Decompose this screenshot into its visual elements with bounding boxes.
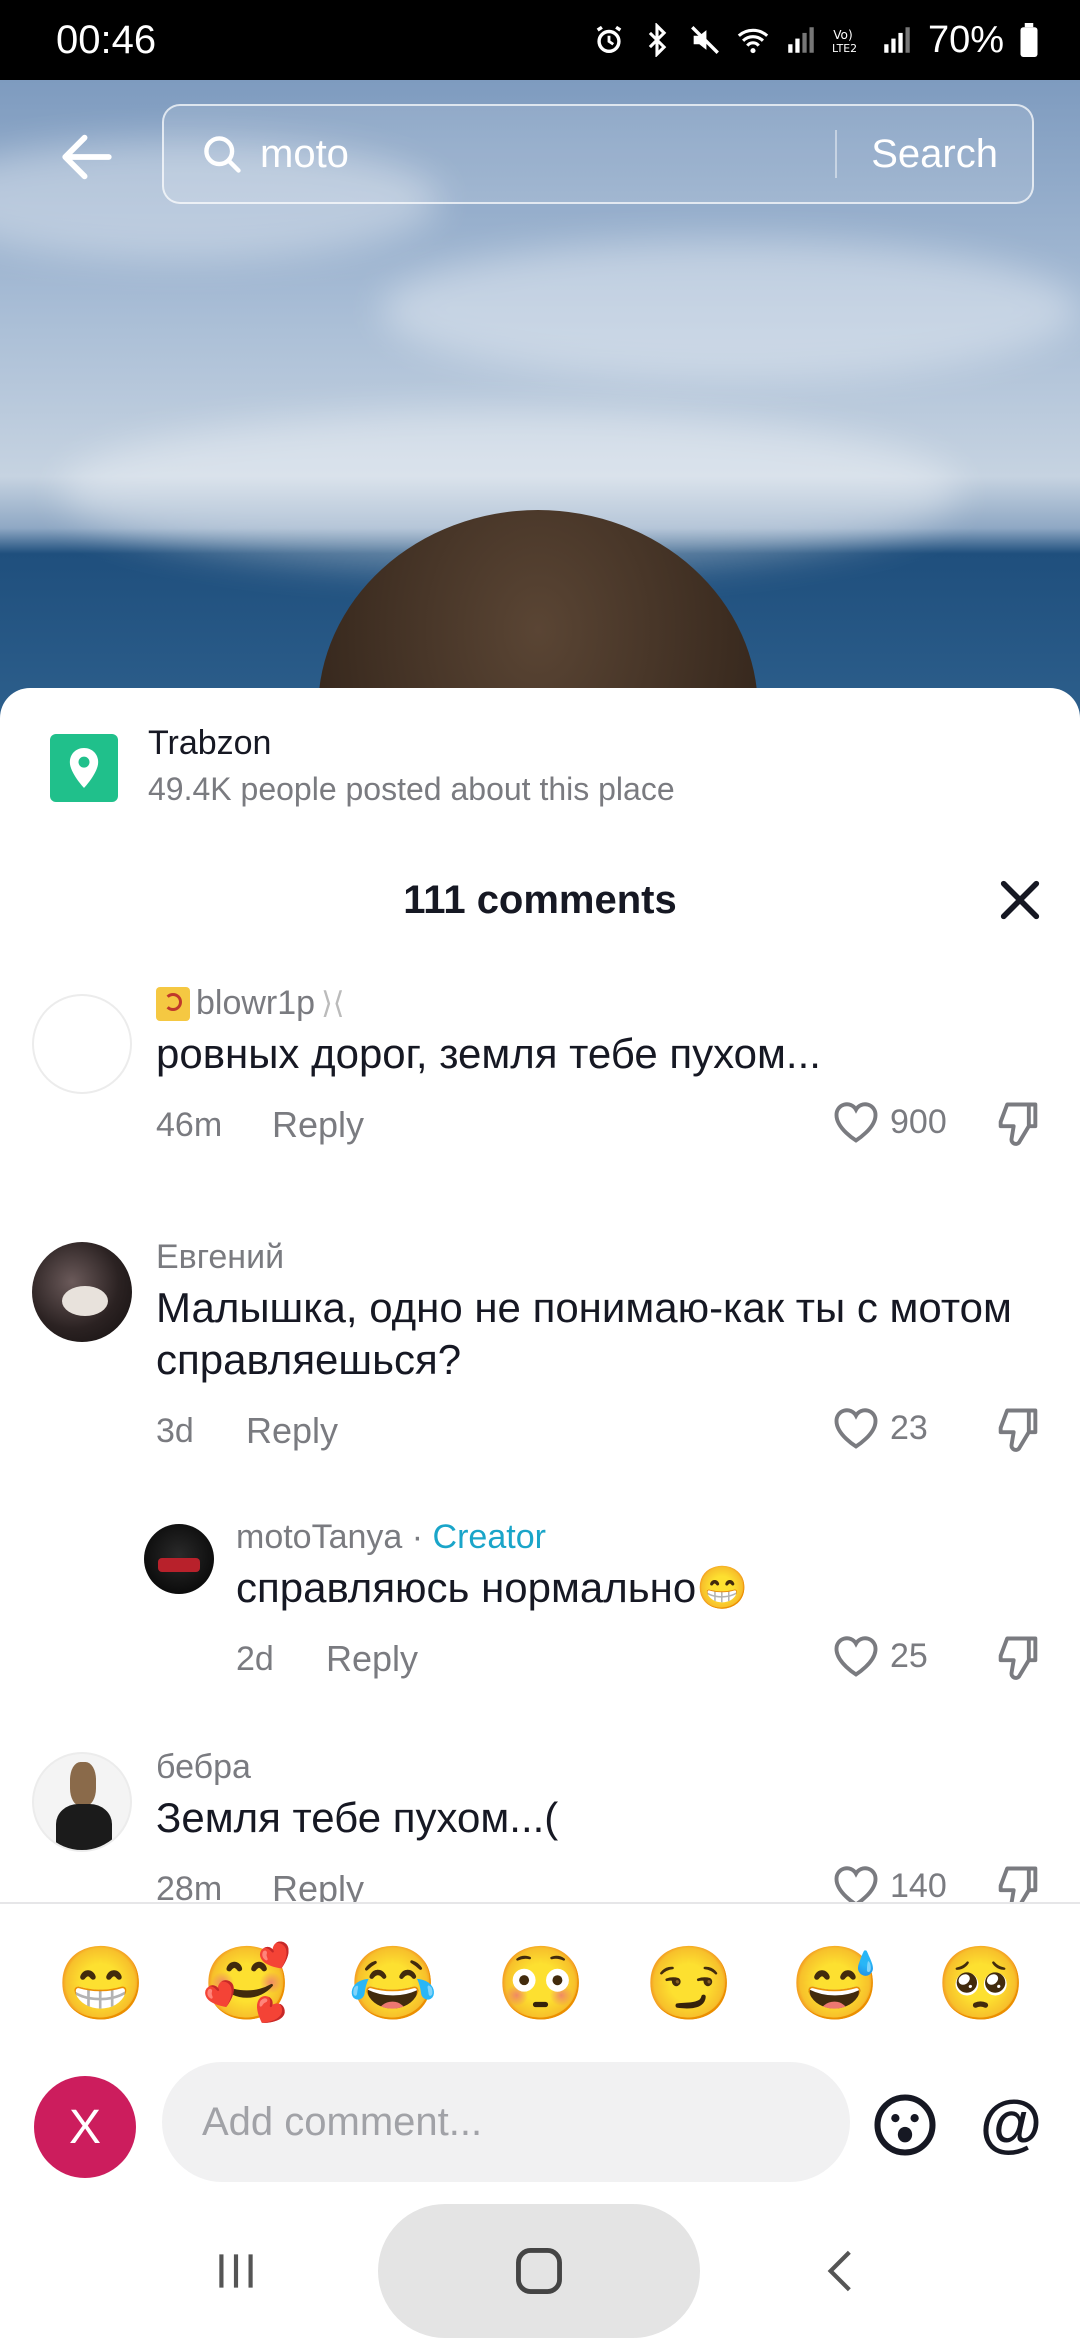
comment-username: blowr1p <box>196 984 316 1022</box>
location-pin-icon <box>50 734 118 802</box>
emoji-joy-button[interactable]: 😂 <box>348 1944 438 2024</box>
add-comment-input[interactable]: Add comment... <box>162 2062 850 2182</box>
emoji-quick-bar: 😁 🥰 😂 😳 😏 😅 🥺 <box>0 1902 1080 2052</box>
search-icon <box>204 136 241 173</box>
like-button[interactable]: 900 <box>830 1096 947 1148</box>
username-separator: · <box>402 1518 433 1556</box>
like-count: 900 <box>890 1102 947 1141</box>
alarm-icon <box>596 25 622 54</box>
signal-icon <box>884 27 910 53</box>
wings-icon: ⟩⟨ <box>321 987 345 1020</box>
home-button[interactable] <box>378 2204 700 2338</box>
avatar-detail <box>62 1286 108 1316</box>
comment-username-row[interactable]: blowr1p ⟩⟨ <box>156 984 345 1023</box>
emoji-sweat-smile-button[interactable]: 😅 <box>790 1944 880 2024</box>
cloud <box>380 240 1080 380</box>
like-button[interactable]: 23 <box>830 1402 928 1454</box>
battery-icon <box>1020 23 1038 57</box>
heart-icon <box>834 1636 878 1677</box>
place-name: Trabzon <box>148 724 272 762</box>
avatar-detail <box>56 1804 112 1850</box>
comment-time: 2d <box>236 1640 274 1678</box>
avatar-detail <box>158 1558 200 1572</box>
avatar[interactable] <box>32 994 132 1094</box>
mute-icon <box>690 26 719 54</box>
comment-time: 46m <box>156 1106 223 1144</box>
recent-apps-icon[interactable] <box>208 2246 264 2296</box>
comment-text: справляюсь нормально😁 <box>236 1564 749 1611</box>
comment-item: бебра Земля тебе пухом...( 28m Reply 140 <box>0 1748 1080 1902</box>
emoji-hearts-button[interactable]: 🥰 <box>202 1944 292 2024</box>
search-query[interactable]: moto <box>260 132 835 177</box>
heart-icon <box>834 1866 878 1902</box>
emoji-face-icon[interactable] <box>872 2092 938 2158</box>
comment-text: Малышка, одно не понимаю-как ты с мотом … <box>156 1284 1012 1383</box>
reply-button[interactable]: Reply <box>272 1104 364 1146</box>
status-icons: Vo) LTE2 70% <box>592 19 1040 62</box>
heart-icon <box>834 1408 878 1449</box>
svg-text:Vo): Vo) <box>833 28 853 42</box>
arrow-left-icon <box>62 134 112 180</box>
comment-username[interactable]: бебра <box>156 1748 251 1787</box>
search-button[interactable]: Search <box>837 132 1032 177</box>
wifi-icon <box>737 28 769 54</box>
emoji-smirk-button[interactable]: 😏 <box>644 1944 734 2024</box>
place-banner[interactable]: Trabzon 49.4K people posted about this p… <box>50 724 675 808</box>
emoji-grin-button[interactable]: 😁 <box>56 1944 146 2024</box>
back-nav-icon[interactable] <box>816 2242 866 2300</box>
dislike-icon[interactable] <box>992 1098 1044 1150</box>
bluetooth-icon <box>648 23 667 57</box>
battery-percent: 70% <box>927 18 1004 61</box>
comment-composer: X Add comment... @ <box>0 2052 1080 2202</box>
comment-time: 28m <box>156 1870 223 1902</box>
reply-button[interactable]: Reply <box>272 1868 364 1902</box>
avatar[interactable] <box>32 1242 132 1342</box>
avatar-detail <box>70 1762 96 1806</box>
comment-username-row[interactable]: motoTanya · Creator <box>236 1518 546 1557</box>
flag-emoji-icon <box>156 986 190 1021</box>
dislike-icon[interactable] <box>992 1632 1044 1684</box>
emoji-pleading-button[interactable]: 🥺 <box>936 1944 1026 2024</box>
dislike-icon[interactable] <box>992 1862 1044 1902</box>
like-button[interactable]: 25 <box>830 1630 928 1682</box>
home-icon <box>516 2248 562 2294</box>
reply-button[interactable]: Reply <box>326 1638 418 1680</box>
emoji-flushed-button[interactable]: 😳 <box>496 1944 586 2024</box>
like-count: 25 <box>890 1636 928 1675</box>
heart-icon <box>834 1102 878 1143</box>
like-count: 140 <box>890 1866 947 1903</box>
like-count: 23 <box>890 1408 928 1447</box>
comment-item: blowr1p ⟩⟨ ровных дорог, земля тебе пухо… <box>0 980 1080 1146</box>
comment-item: Евгений Малышка, одно не понимаю-как ты … <box>0 1238 1080 1452</box>
search-input[interactable]: moto Search <box>162 104 1034 204</box>
close-icon[interactable] <box>992 872 1048 928</box>
dislike-icon[interactable] <box>992 1404 1044 1456</box>
comment-text: ровных дорог, земля тебе пухом... <box>156 1030 821 1077</box>
back-button[interactable] <box>52 122 122 192</box>
svg-text:LTE2: LTE2 <box>832 42 857 55</box>
avatar[interactable] <box>144 1524 214 1594</box>
comment-username: motoTanya <box>236 1518 403 1556</box>
status-time: 00:46 <box>56 17 157 62</box>
creator-badge: Creator <box>432 1518 546 1556</box>
comment-username[interactable]: Евгений <box>156 1238 284 1277</box>
mention-button[interactable]: @ <box>976 2087 1046 2159</box>
status-bar: 00:46 Vo) LTE2 70% <box>0 0 1080 80</box>
avatar[interactable] <box>32 1752 132 1852</box>
place-subtitle: 49.4K people posted about this place <box>148 771 675 807</box>
comment-text: Земля тебе пухом...( <box>156 1794 559 1841</box>
signal-icon <box>788 27 814 53</box>
reply-button[interactable]: Reply <box>246 1410 338 1452</box>
system-nav-bar <box>0 2202 1080 2340</box>
like-button[interactable]: 140 <box>830 1860 947 1902</box>
comments-count-title: 111 comments <box>403 878 677 922</box>
volte-icon: Vo)LTE2 <box>832 28 857 55</box>
user-avatar[interactable]: X <box>34 2076 136 2178</box>
search-bar: moto Search <box>0 104 1080 204</box>
reply-comment-item: motoTanya · Creator справляюсь нормально… <box>0 1518 1080 1680</box>
comment-time: 3d <box>156 1412 194 1450</box>
